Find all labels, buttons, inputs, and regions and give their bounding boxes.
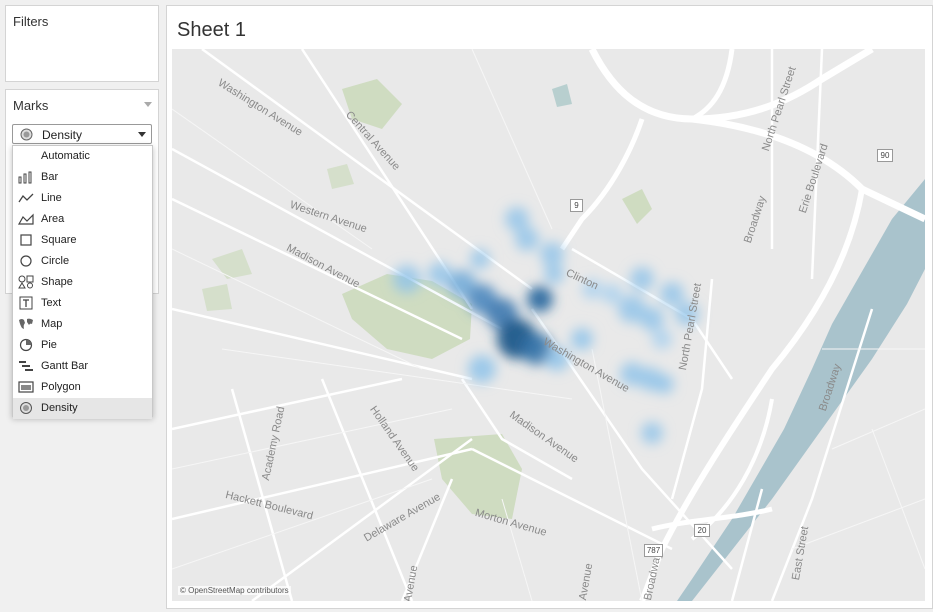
density-blob (544, 264, 564, 284)
mark-option-label: Shape (41, 276, 73, 288)
mark-option-bar[interactable]: Bar (13, 167, 152, 188)
mark-option-pie[interactable]: Pie (13, 335, 152, 356)
density-icon (20, 128, 33, 141)
chevron-down-icon[interactable] (138, 132, 146, 137)
mark-option-line[interactable]: Line (13, 188, 152, 209)
density-blob (470, 249, 490, 269)
marks-title: Marks (13, 98, 49, 113)
shape-icon (18, 275, 34, 289)
mark-option-label: Bar (41, 171, 59, 183)
mark-option-label: Square (41, 234, 77, 246)
mark-option-shape[interactable]: Shape (13, 272, 152, 293)
mark-option-area[interactable]: Area (13, 209, 152, 230)
polygon-icon (18, 381, 34, 393)
density-blob (468, 355, 496, 383)
text-icon (19, 296, 33, 310)
density-blob (540, 242, 564, 266)
density-blob (641, 422, 663, 444)
bar-icon (18, 171, 32, 184)
route-shield: 9 (570, 199, 583, 212)
density-blob (527, 286, 553, 312)
density-blob (660, 282, 684, 306)
circle-icon (20, 255, 32, 267)
mark-option-map[interactable]: Map (13, 314, 152, 335)
density-blob (652, 329, 672, 349)
mark-option-circle[interactable]: Circle (13, 251, 152, 272)
mark-type-selected-label: Density (42, 128, 83, 142)
sheet-title: Sheet 1 (177, 19, 246, 41)
map-icon (19, 318, 33, 329)
mark-option-label: Automatic (41, 150, 90, 162)
density-blob (630, 267, 654, 291)
filters-shelf[interactable]: Filters (5, 5, 159, 82)
mark-option-label: Circle (41, 255, 70, 267)
route-shield: 20 (694, 524, 710, 537)
density-map[interactable]: Washington Avenue Central Avenue Western… (172, 49, 925, 601)
mark-option-label: Gantt Bar (41, 360, 89, 372)
density-blob (602, 284, 622, 304)
mark-option-label: Area (41, 213, 65, 225)
density-icon (20, 402, 32, 414)
filters-title: Filters (13, 14, 49, 29)
density-blob (571, 328, 593, 350)
density-blob (393, 265, 421, 293)
mark-option-text[interactable]: Text (13, 293, 152, 314)
area-icon (18, 213, 34, 225)
mark-option-label: Pie (41, 339, 57, 351)
mark-option-label: Line (41, 192, 62, 204)
density-blob (654, 374, 674, 394)
route-shield: 90 (877, 149, 893, 162)
route-shield: 787 (644, 544, 663, 557)
gantt-bar-icon (19, 361, 33, 371)
mark-option-automatic[interactable]: Automatic (13, 146, 152, 167)
mark-option-square[interactable]: Square (13, 230, 152, 251)
marks-menu-arrow-icon[interactable] (144, 102, 152, 107)
mark-option-label: Polygon (41, 381, 81, 393)
mark-option-label: Map (41, 318, 63, 330)
mark-option-polygon[interactable]: Polygon (13, 377, 152, 398)
density-blob (640, 307, 664, 331)
mark-option-gantt-bar[interactable]: Gantt Bar (13, 356, 152, 377)
square-icon (20, 234, 32, 246)
mark-type-dropdown: Automatic Bar Line Area Square Circle Sh… (12, 145, 153, 419)
mark-option-label: Text (41, 297, 62, 309)
pie-icon (19, 338, 33, 352)
mark-option-density[interactable]: Density (13, 398, 152, 419)
density-blob (515, 227, 539, 251)
map-attribution: © OpenStreetMap contributors (178, 586, 291, 595)
density-layer (393, 207, 699, 444)
line-icon (18, 193, 34, 203)
mark-type-select[interactable]: Density (12, 124, 152, 144)
mark-option-label: Density (41, 402, 78, 414)
